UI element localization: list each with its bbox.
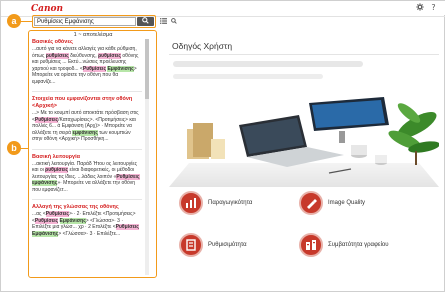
- highlight-term: Ρυθμίσεις: [34, 217, 59, 224]
- result-snippet: ...> Με το κουμπί αυτό αποκτάτε πρόσβαση…: [32, 110, 142, 143]
- feature-image-quality[interactable]: Image Quality: [299, 191, 365, 215]
- result-title-link[interactable]: Βασικές οθόνες: [32, 39, 142, 46]
- adjustability-icon: [179, 233, 203, 257]
- search-button[interactable]: [137, 17, 154, 26]
- canon-logo: Canon: [31, 4, 64, 14]
- result-snippet: ...ας <Ρυθμίσεις>·· 2· Επιλέξτε <Προτιμή…: [32, 211, 142, 237]
- feature-label: Ρυθμισιμότητα: [208, 242, 247, 248]
- highlight-term: εμφάνισης: [72, 129, 98, 136]
- highlight-term: εμφάνισης: [32, 180, 58, 186]
- highlight-term: Ρυθμίσεις: [116, 173, 140, 180]
- top-icons: ?: [415, 3, 438, 12]
- feature-label: Συμβατότητα γραφείου: [328, 242, 389, 248]
- search-box: Ρυθμίσεις Εμφάνισης: [32, 15, 156, 28]
- result-title-link[interactable]: Στοιχεία που εμφανίζονται στην οθόνη <Αρ…: [32, 96, 142, 110]
- page-title: Οδηγός Χρήστη: [172, 41, 233, 51]
- highlight-term: Εμφάνισης: [107, 65, 134, 72]
- highlight-term: Ρυθμίσεις: [115, 224, 139, 230]
- results-list: Βασικές οθόνες ...αυτό για να κάνετε αλλα…: [32, 39, 142, 275]
- blurred-text-line: [173, 74, 323, 79]
- search-result[interactable]: Στοιχεία που εμφανίζονται στην οθόνη <Αρ…: [32, 96, 142, 143]
- search-result[interactable]: Βασικές οθόνες ...αυτό για να κάνετε αλλα…: [32, 39, 142, 85]
- result-snippet: ...ακτική λειτουργία. Παράδ Ήτου ος λειτ…: [32, 161, 142, 194]
- scrollbar-thumb[interactable]: [145, 39, 149, 99]
- highlight-term: Εμφάνισης: [32, 230, 59, 237]
- highlight-term: ρυθμίσεις: [45, 52, 69, 59]
- result-title-link[interactable]: Αλλαγή της γλώσσας της οθόνης: [32, 204, 142, 211]
- result-snippet: ...αυτό για να κάνετε αλλαγές για κάθε ρ…: [32, 46, 142, 85]
- highlight-term: ρυθμίσεις: [98, 52, 121, 59]
- highlight-term: Ρυθμίσεις: [82, 65, 107, 72]
- callout-b-leader: [20, 148, 28, 149]
- feature-adjustability[interactable]: Ρυθμισιμότητα: [179, 233, 247, 257]
- image-quality-icon: [299, 191, 323, 215]
- snippet-text: > <Γλώσσα>· 3 · Επιλέξτε...: [58, 230, 121, 237]
- office-compatibility-icon: [299, 233, 323, 257]
- result-separator: [32, 91, 142, 92]
- results-scrollbar[interactable]: [145, 39, 149, 275]
- search-input[interactable]: Ρυθμίσεις Εμφάνισης: [34, 17, 136, 26]
- highlight-term: ρυθμίσεις: [45, 167, 69, 173]
- callout-a-leader: [20, 21, 32, 22]
- search-result[interactable]: Βασική λειτουργία ...ακτική λειτουργία. Π…: [32, 154, 142, 194]
- snippet-text: ...ας <: [32, 211, 46, 217]
- callout-b: b: [7, 141, 21, 155]
- snippet-text: διεύθυνσης,: [68, 52, 99, 59]
- result-title-link[interactable]: Βασική λειτουργία: [32, 154, 142, 161]
- feature-label: Παραγωγικότητα: [208, 200, 253, 206]
- productivity-icon: [179, 191, 203, 215]
- result-separator: [32, 148, 142, 150]
- callout-a: a: [7, 14, 21, 28]
- highlight-term: Εμφάνισης: [59, 217, 86, 224]
- feature-productivity[interactable]: Παραγωγικότητα: [179, 191, 252, 215]
- help-icon[interactable]: ?: [429, 3, 438, 12]
- results-count: 1 ~ αποτελέσμα: [73, 32, 113, 38]
- feature-office-compatibility[interactable]: Συμβατότητα γραφείου: [299, 233, 389, 257]
- toolbar-icons: [160, 18, 177, 26]
- feature-label: Image Quality: [328, 200, 366, 206]
- magnifier-icon[interactable]: [171, 18, 177, 26]
- top-bar: Canon ?: [1, 1, 445, 15]
- title-divider: [169, 54, 439, 55]
- search-result[interactable]: Αλλαγή της γλώσσας της οθόνης ...ας <Ρυθμ…: [32, 204, 142, 237]
- blurred-text-line: [173, 61, 363, 67]
- office-illustration: [169, 85, 439, 187]
- feature-grid: Παραγωγικότητα Image Quality Ρυθμισιμότη…: [169, 187, 439, 287]
- result-separator: [32, 199, 142, 200]
- help-window: Canon ? a b Ρυθμίσεις Εμφάνισης 1 ~ αποτ…: [0, 0, 445, 292]
- list-icon[interactable]: [160, 18, 167, 26]
- highlight-term: Ρυθμίσεις: [45, 211, 69, 217]
- highlight-term: Ρυθμίσεις: [34, 116, 59, 123]
- search-icon: [142, 17, 149, 24]
- gear-icon[interactable]: [415, 3, 424, 12]
